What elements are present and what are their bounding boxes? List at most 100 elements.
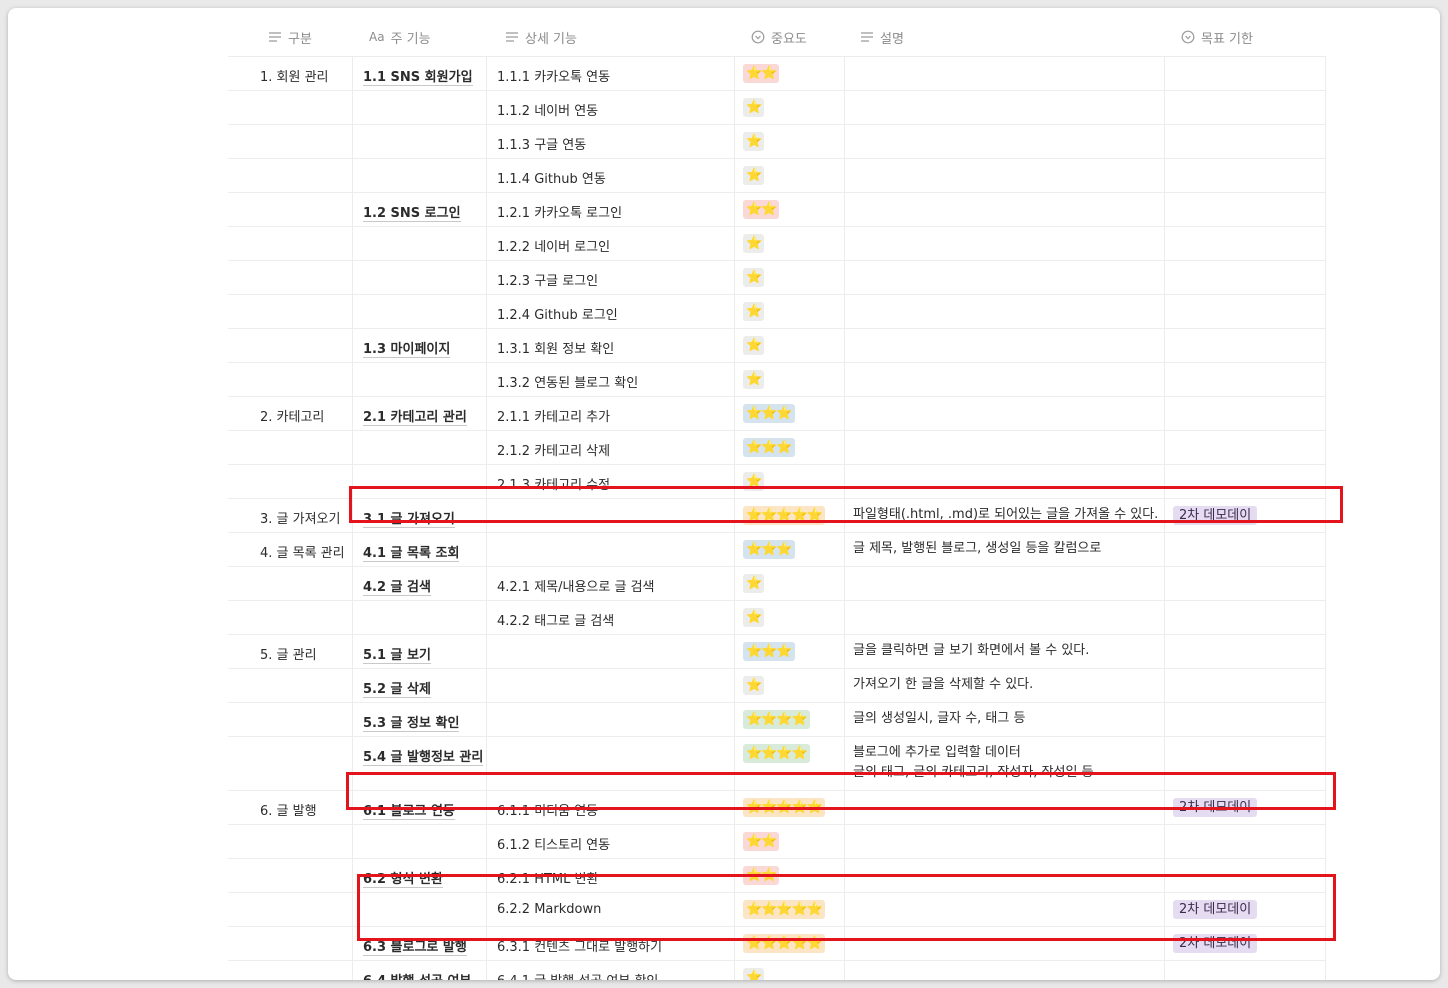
importance-cell[interactable]: ⭐ <box>734 567 844 600</box>
table-row[interactable]: 1.1.2 네이버 연동 ⭐ <box>228 91 1326 125</box>
main-feature-cell[interactable] <box>352 601 486 634</box>
table-row[interactable]: 6.1.2 티스토리 연동 ⭐⭐ <box>228 825 1326 859</box>
importance-cell[interactable]: ⭐⭐⭐⭐ <box>734 737 844 790</box>
deadline-cell[interactable] <box>1164 601 1326 634</box>
description-cell[interactable] <box>844 363 1164 396</box>
category-cell[interactable]: 4. 글 목록 관리 <box>260 533 360 566</box>
deadline-cell[interactable] <box>1164 567 1326 600</box>
description-cell[interactable] <box>844 227 1164 260</box>
category-cell[interactable]: 2. 카테고리 <box>260 397 360 430</box>
table-row[interactable]: 5.3 글 정보 확인 ⭐⭐⭐⭐ 글의 생성일시, 글자 수, 태그 등 <box>228 703 1326 737</box>
importance-cell[interactable]: ⭐⭐⭐⭐⭐ <box>734 791 844 824</box>
main-feature-cell[interactable]: 6.4 발행 성공 여부 <box>352 961 486 980</box>
table-row[interactable]: 5. 글 관리 5.1 글 보기 ⭐⭐⭐ 글을 클릭하면 글 보기 화면에서 볼 수 … <box>228 635 1326 669</box>
detail-cell[interactable]: 6.2.1 HTML 변환 <box>486 859 734 892</box>
importance-cell[interactable]: ⭐ <box>734 669 844 702</box>
category-cell[interactable] <box>260 125 360 158</box>
description-cell[interactable] <box>844 791 1164 824</box>
main-feature-cell[interactable]: 4.1 글 목록 조회 <box>352 533 486 566</box>
description-cell[interactable] <box>844 125 1164 158</box>
importance-cell[interactable]: ⭐⭐ <box>734 193 844 226</box>
description-cell[interactable] <box>844 961 1164 980</box>
table-row[interactable]: 6.4 발행 성공 여부 6.4.1 글 발행 성공 여부 확인 ⭐ <box>228 961 1326 980</box>
main-feature-cell[interactable]: 6.3 블로그로 발행 <box>352 927 486 960</box>
deadline-cell[interactable] <box>1164 825 1326 858</box>
description-cell[interactable] <box>844 465 1164 498</box>
category-cell[interactable] <box>260 295 360 328</box>
detail-cell[interactable] <box>486 737 734 790</box>
main-feature-title[interactable]: 6.3 블로그로 발행 <box>363 940 467 956</box>
detail-cell[interactable]: 2.1.2 카테고리 삭제 <box>486 431 734 464</box>
table-row[interactable]: 1. 회원 관리 1.1 SNS 회원가입 1.1.1 카카오톡 연동 ⭐⭐ <box>228 57 1326 91</box>
table-row[interactable]: 5.4 글 발행정보 관리 ⭐⭐⭐⭐ 블로그에 추가로 입력할 데이터 글의 태그, … <box>228 737 1326 791</box>
column-header-deadline[interactable]: 목표 기한 <box>1181 18 1253 56</box>
table-row[interactable]: 1.1.3 구글 연동 ⭐ <box>228 125 1326 159</box>
description-cell[interactable] <box>844 601 1164 634</box>
description-cell[interactable]: 가져오기 한 글을 삭제할 수 있다. <box>844 669 1164 702</box>
importance-cell[interactable]: ⭐ <box>734 295 844 328</box>
description-cell[interactable] <box>844 397 1164 430</box>
table-row[interactable]: 6.3 블로그로 발행 6.3.1 컨텐츠 그대로 발행하기 ⭐⭐⭐⭐⭐ 2차 데모데… <box>228 927 1326 961</box>
importance-cell[interactable]: ⭐⭐ <box>734 57 844 90</box>
importance-cell[interactable]: ⭐ <box>734 159 844 192</box>
main-feature-cell[interactable] <box>352 295 486 328</box>
category-cell[interactable] <box>260 961 360 980</box>
detail-cell[interactable]: 6.4.1 글 발행 성공 여부 확인 <box>486 961 734 980</box>
deadline-cell[interactable] <box>1164 159 1326 192</box>
importance-cell[interactable]: ⭐⭐⭐ <box>734 635 844 668</box>
description-cell[interactable] <box>844 159 1164 192</box>
main-feature-cell[interactable] <box>352 363 486 396</box>
table-row[interactable]: 6.2.2 Markdown ⭐⭐⭐⭐⭐ 2차 데모데이 <box>228 893 1326 927</box>
detail-cell[interactable]: 1.1.1 카카오톡 연동 <box>486 57 734 90</box>
main-feature-cell[interactable] <box>352 893 486 926</box>
importance-cell[interactable]: ⭐⭐ <box>734 859 844 892</box>
category-cell[interactable]: 5. 글 관리 <box>260 635 360 668</box>
category-cell[interactable] <box>260 261 360 294</box>
deadline-cell[interactable] <box>1164 961 1326 980</box>
deadline-cell[interactable] <box>1164 125 1326 158</box>
detail-cell[interactable]: 2.1.1 카테고리 추가 <box>486 397 734 430</box>
description-cell[interactable]: 글을 클릭하면 글 보기 화면에서 볼 수 있다. <box>844 635 1164 668</box>
category-cell[interactable] <box>260 859 360 892</box>
category-cell[interactable] <box>260 91 360 124</box>
description-cell[interactable] <box>844 91 1164 124</box>
importance-cell[interactable]: ⭐⭐ <box>734 825 844 858</box>
category-cell[interactable] <box>260 927 360 960</box>
table-row[interactable]: 4.2 글 검색 4.2.1 제목/내용으로 글 검색 ⭐ <box>228 567 1326 601</box>
description-cell[interactable] <box>844 261 1164 294</box>
table-row[interactable]: 1.3 마이페이지 1.3.1 회원 정보 확인 ⭐ <box>228 329 1326 363</box>
category-cell[interactable] <box>260 567 360 600</box>
main-feature-cell[interactable]: 5.4 글 발행정보 관리 <box>352 737 486 790</box>
detail-cell[interactable] <box>486 533 734 566</box>
main-feature-title[interactable]: 1.3 마이페이지 <box>363 342 451 358</box>
table-row[interactable]: 1.2.2 네이버 로그인 ⭐ <box>228 227 1326 261</box>
main-feature-title[interactable]: 5.1 글 보기 <box>363 648 431 664</box>
deadline-cell[interactable]: 2차 데모데이 <box>1164 791 1326 824</box>
table-row[interactable]: 4.2.2 태그로 글 검색 ⭐ <box>228 601 1326 635</box>
importance-cell[interactable]: ⭐ <box>734 465 844 498</box>
detail-cell[interactable]: 1.1.4 Github 연동 <box>486 159 734 192</box>
importance-cell[interactable]: ⭐ <box>734 125 844 158</box>
category-cell[interactable] <box>260 159 360 192</box>
importance-cell[interactable]: ⭐⭐⭐ <box>734 431 844 464</box>
importance-cell[interactable]: ⭐ <box>734 601 844 634</box>
deadline-cell[interactable]: 2차 데모데이 <box>1164 499 1326 532</box>
importance-cell[interactable]: ⭐⭐⭐⭐⭐ <box>734 927 844 960</box>
category-cell[interactable] <box>260 669 360 702</box>
deadline-cell[interactable] <box>1164 737 1326 790</box>
description-cell[interactable] <box>844 859 1164 892</box>
main-feature-cell[interactable]: 1.3 마이페이지 <box>352 329 486 362</box>
category-cell[interactable] <box>260 825 360 858</box>
detail-cell[interactable]: 6.1.2 티스토리 연동 <box>486 825 734 858</box>
main-feature-cell[interactable] <box>352 261 486 294</box>
category-cell[interactable] <box>260 329 360 362</box>
detail-cell[interactable] <box>486 703 734 736</box>
table-row[interactable]: 4. 글 목록 관리 4.1 글 목록 조회 ⭐⭐⭐ 글 제목, 발행된 블로그, 생… <box>228 533 1326 567</box>
main-feature-cell[interactable]: 5.1 글 보기 <box>352 635 486 668</box>
category-cell[interactable] <box>260 193 360 226</box>
table-row[interactable]: 1.2 SNS 로그인 1.2.1 카카오톡 로그인 ⭐⭐ <box>228 193 1326 227</box>
detail-cell[interactable]: 1.2.2 네이버 로그인 <box>486 227 734 260</box>
deadline-cell[interactable] <box>1164 635 1326 668</box>
main-feature-cell[interactable]: 5.3 글 정보 확인 <box>352 703 486 736</box>
detail-cell[interactable]: 2.1.3 카테고리 수정 <box>486 465 734 498</box>
